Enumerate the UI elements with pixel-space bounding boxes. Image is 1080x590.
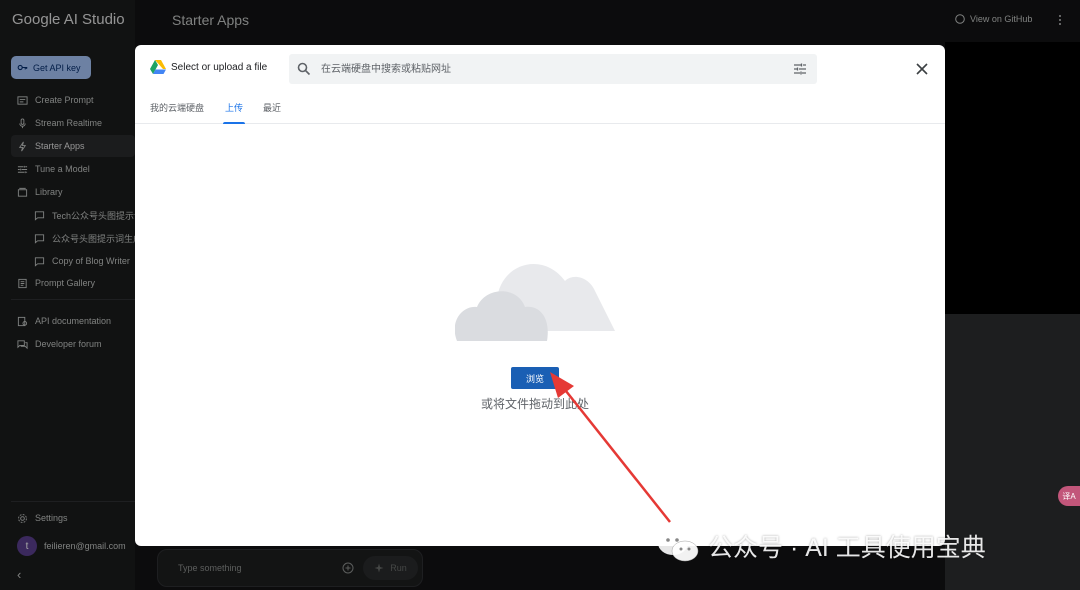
drive-search-input[interactable] (321, 61, 781, 77)
translate-icon[interactable]: 译A (1058, 486, 1080, 506)
google-drive-icon (150, 60, 166, 74)
tab-recent[interactable]: 最近 (263, 101, 281, 124)
watermark: 公众号 · AI 工具使用宝典 (656, 528, 986, 564)
search-options-icon[interactable] (793, 62, 807, 76)
dialog-tabs: 我的云端硬盘 上传 最近 (135, 101, 945, 124)
close-icon[interactable] (915, 62, 929, 76)
cloud-upload-illustration (455, 263, 615, 341)
annotation-arrow (550, 372, 671, 523)
search-icon (297, 62, 311, 76)
dialog-title: Select or upload a file (171, 62, 268, 73)
watermark-text: 公众号 · AI 工具使用宝典 (708, 534, 986, 562)
tab-upload[interactable]: 上传 (222, 101, 246, 124)
wechat-logo-icon (658, 531, 699, 562)
drive-search-box[interactable] (289, 54, 817, 84)
tab-my-drive[interactable]: 我的云端硬盘 (150, 101, 204, 124)
